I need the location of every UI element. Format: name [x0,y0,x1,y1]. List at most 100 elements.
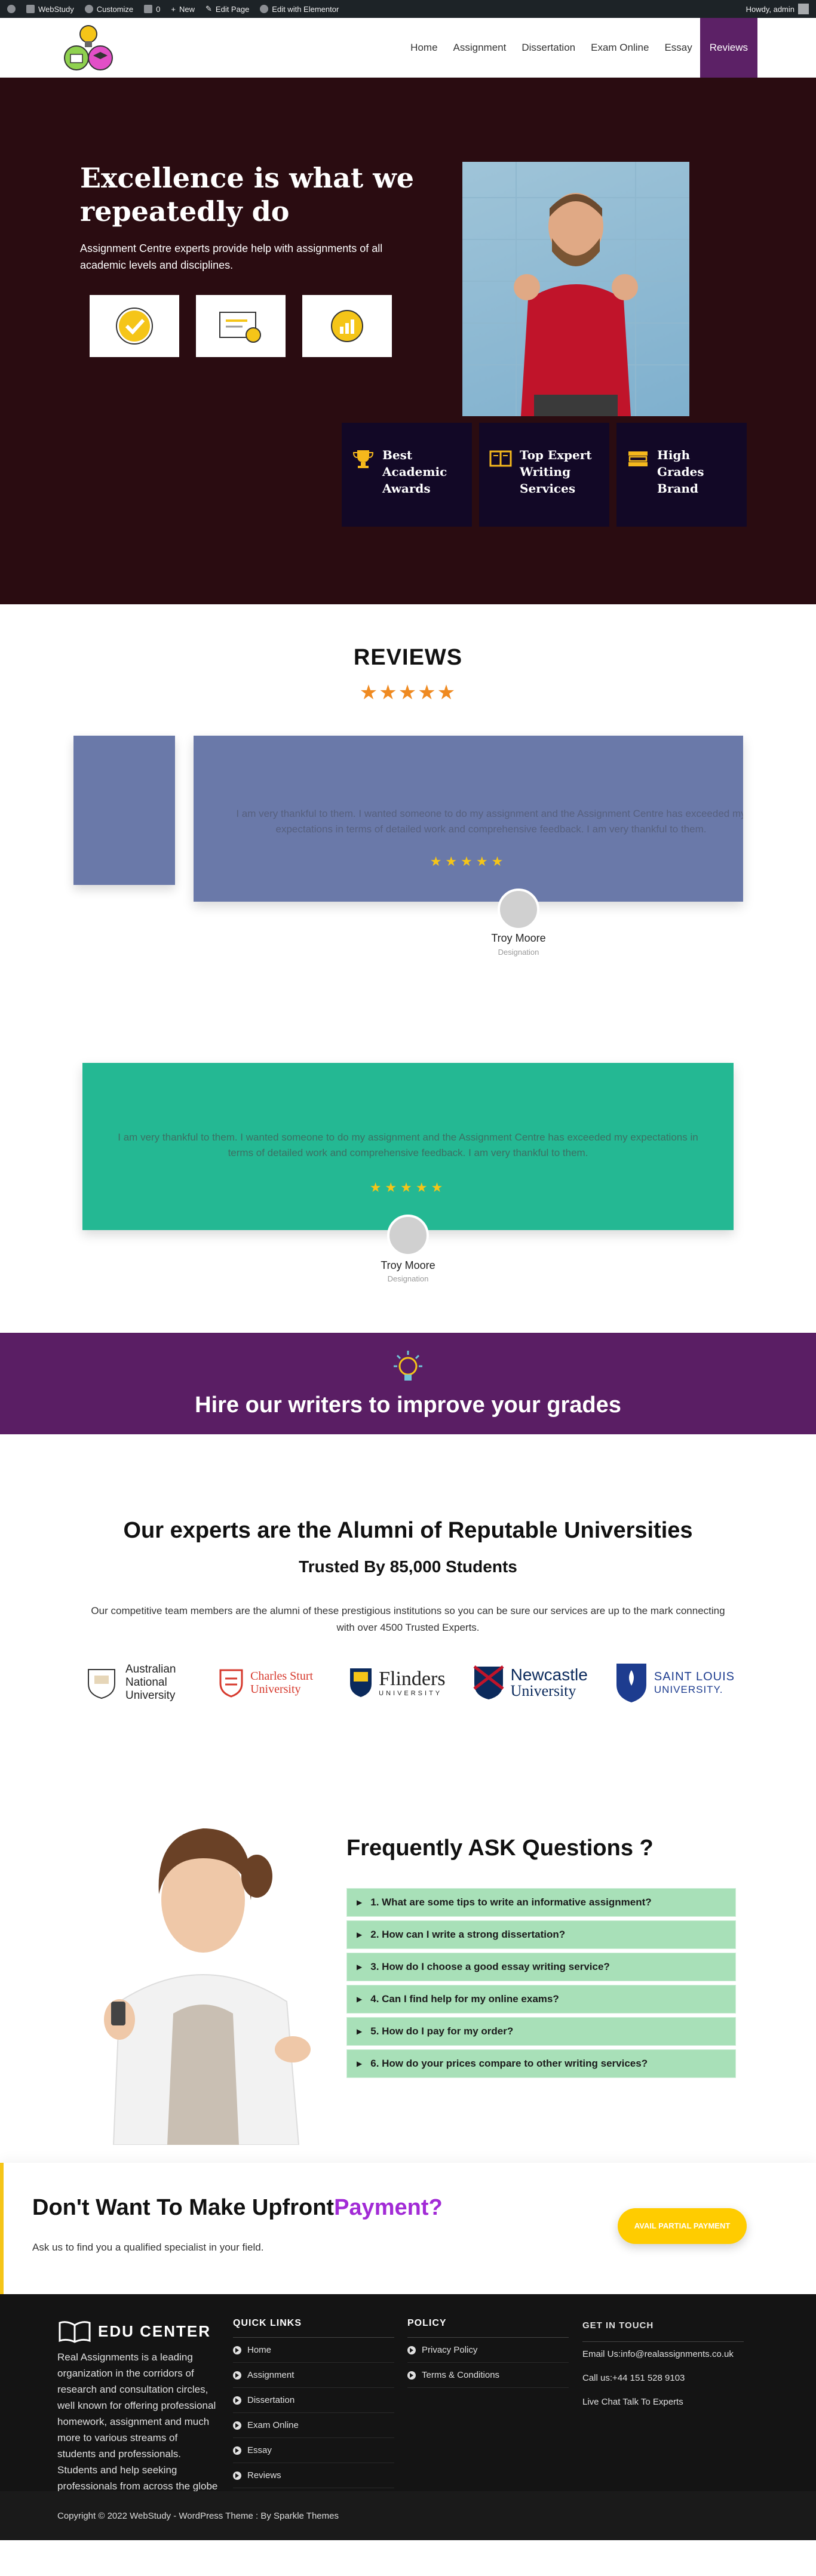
faq-section: Frequently ASK Questions ? ▶ 1. What are … [0,1781,816,2163]
site-footer: EDU CENTER Real Assignments is a leading… [0,2294,816,2540]
footer-logo[interactable]: EDU CENTER [57,2318,219,2344]
nav-essay[interactable]: Essay [657,18,700,78]
books-stack-icon [628,451,648,466]
feature-card-writing: Top Expert Writing Services [479,423,609,527]
alumni-title: Our experts are the Alumni of Reputable … [123,1518,693,1543]
admin-comments-link[interactable]: 0 [144,5,160,14]
arrow-circle-icon [233,2346,241,2354]
faq-item[interactable]: ▶ 5. How do I pay for my order? [346,2017,736,2046]
review-text: I am very thankful to them. I wanted som… [118,1132,698,1158]
reviews-section: REVIEWS ★★★★★ I am very thankful to them… [0,604,816,1333]
nav-assignment[interactable]: Assignment [446,18,514,78]
review-card: I am very thankful to them. I wanted som… [194,736,743,902]
alumni-text: Our competitive team members are the alu… [91,1605,725,1633]
arrow-circle-icon [233,2471,241,2480]
admin-bar: WebStudy Customize 0 + New ✎ Edit Page Edi… [0,0,816,18]
wordpress-logo-icon[interactable] [7,5,16,13]
home-icon [26,5,35,13]
footer-link-assignment[interactable]: Assignment [233,2363,394,2388]
arrow-circle-icon [233,2371,241,2380]
footer-link-dissertation[interactable]: Dissertation [233,2388,394,2413]
hero-title: Excellence is what we repeatedly do [80,162,415,228]
hire-banner: Hire our writers to improve your grades [0,1333,816,1434]
brush-icon [84,5,93,13]
caret-right-icon: ▶ [357,1898,363,1907]
feature-card-awards: Best Academic Awards [342,423,472,527]
trophy-icon [352,450,374,468]
arrow-circle-icon [233,2421,241,2430]
hero-photo-happy-man [462,162,689,416]
footer-live-chat[interactable]: Live Chat Talk To Experts [582,2390,744,2414]
anu-crest-icon [88,1669,115,1699]
nav-dissertation[interactable]: Dissertation [514,18,583,78]
faq-title: Frequently ASK Questions ? [346,1836,654,1861]
arrow-circle-icon [407,2346,416,2354]
admin-edit-page-link[interactable]: ✎ Edit Page [205,4,249,14]
reviewer-avatar [498,889,539,930]
hero-text: Assignment Centre experts provide help w… [80,242,383,271]
avail-partial-payment-button[interactable]: AVAIL PARTIAL PAYMENT [618,2208,747,2244]
reviewer-avatar [387,1215,429,1256]
caret-right-icon: ▶ [357,1963,363,1971]
admin-new-link[interactable]: + New [171,5,195,14]
reviews-title: REVIEWS [353,645,463,670]
arrow-circle-icon [233,2446,241,2455]
footer-policy: POLICY Privacy Policy Terms & Conditions [407,2318,569,2388]
footer-link-privacy[interactable]: Privacy Policy [407,2338,569,2363]
reviewer-designation: Designation [498,948,539,957]
footer-email[interactable]: Email Us:info@realassignments.co.uk [582,2342,744,2366]
nav-exam-online[interactable]: Exam Online [583,18,657,78]
faq-item[interactable]: ▶ 2. How can I write a strong dissertatio… [346,1920,736,1949]
footer-link-home[interactable]: Home [233,2338,394,2363]
saint-louis-logo: SAINT LOUIS UNIVERSITY. [615,1659,735,1707]
faq-item[interactable]: ▶ 4. Can I find help for my online exams? [346,1985,736,2014]
anu-logo: Australian National University [84,1659,191,1707]
faq-item[interactable]: ▶ 6. How do your prices compare to other … [346,2049,736,2078]
avatar [798,4,809,14]
open-book-icon [59,2321,91,2343]
caret-right-icon: ▶ [357,2027,363,2036]
admin-account-menu[interactable]: Howdy, admin [746,4,809,14]
cta-text: Ask us to find you a qualified specialis… [32,2242,264,2253]
footer-link-essay[interactable]: Essay [233,2438,394,2463]
plus-icon: + [171,4,176,14]
caret-right-icon: ▶ [357,2059,363,2068]
hire-title: Hire our writers to improve your grades [195,1392,621,1418]
payment-cta: Don't Want To Make UpfrontPayment? Ask u… [0,2163,816,2294]
footer-copyright: Copyright © 2022 WebStudy - WordPress Th… [0,2491,816,2540]
main-nav: Home Assignment Dissertation Exam Online… [403,17,757,78]
cta-title: Don't Want To Make UpfrontPayment? [32,2195,443,2220]
chart-coin-icon [302,295,392,357]
hero-section: Excellence is what we repeatedly do Assi… [0,78,816,604]
admin-elementor-link[interactable]: Edit with Elementor [260,5,339,14]
reviewer-designation: Designation [387,1274,429,1283]
flinders-crest-icon [350,1668,372,1697]
site-logo[interactable] [59,21,118,75]
university-logos: Australian National University Charles S… [84,1659,735,1707]
faq-item[interactable]: ▶ 1. What are some tips to write an infor… [346,1888,736,1917]
nav-reviews[interactable]: Reviews [700,17,757,78]
reviewer-name: Troy Moore [381,1259,435,1271]
footer-link-terms[interactable]: Terms & Conditions [407,2363,569,2388]
footer-link-reviews[interactable]: Reviews [233,2463,394,2488]
feature-card-grades: High Grades Brand [616,423,747,527]
faq-photo-woman [78,1787,329,2145]
flinders-logo: Flinders UNIVERSITY [349,1659,446,1707]
newcastle-logo: Newcastle University [473,1659,588,1707]
review-text: I am very thankful to them. I wanted som… [236,808,743,835]
csu-crest-icon [219,1669,243,1698]
open-book-icon [489,450,512,467]
admin-site-link[interactable]: WebStudy [26,5,74,14]
review-slide-preview[interactable] [73,736,175,885]
reviewer-name: Troy Moore [491,932,546,944]
nav-home[interactable]: Home [403,18,445,78]
review-stars: ★★★★★ [369,1180,447,1195]
footer-link-exam-online[interactable]: Exam Online [233,2413,394,2438]
footer-phone[interactable]: Call us:+44 151 528 9103 [582,2366,744,2390]
lightbulb-icon [394,1351,422,1381]
faq-item[interactable]: ▶ 3. How do I choose a good essay writing… [346,1953,736,1981]
arrow-circle-icon [407,2371,416,2380]
review-card: I am very thankful to them. I wanted som… [82,1063,734,1230]
admin-customize-link[interactable]: Customize [84,5,133,14]
footer-contact: GET IN TOUCH Email Us:info@realassignmen… [582,2318,744,2414]
